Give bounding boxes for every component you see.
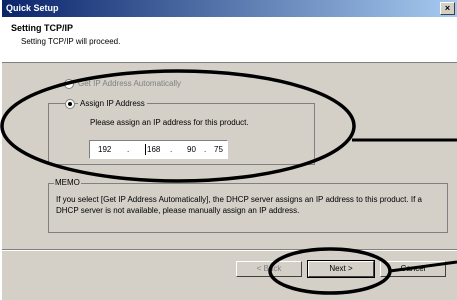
wizard-header: Setting TCP/IP Setting TCP/IP will proce… xyxy=(2,17,457,63)
radio-label-assign-ip[interactable]: Assign IP Address xyxy=(78,99,147,108)
quick-setup-window: Quick Setup × Setting TCP/IP Setting TCP… xyxy=(2,0,457,300)
ip-octet-4[interactable]: 75 xyxy=(214,145,223,154)
ip-octet-3[interactable]: 90 xyxy=(187,145,196,154)
ip-dot-3: . xyxy=(204,145,207,154)
memo-text: If you select [Get IP Address Automatica… xyxy=(56,195,422,215)
ip-octet-1[interactable]: 192 xyxy=(98,145,111,154)
radio-label-get-ip-automatically[interactable]: Get IP Address Automatically xyxy=(78,79,181,88)
page-subtitle: Setting TCP/IP will proceed. xyxy=(21,37,121,46)
radio-get-ip-automatically[interactable] xyxy=(64,79,74,89)
memo-label: MEMO xyxy=(54,178,81,187)
cancel-button[interactable]: Cancel xyxy=(380,261,446,277)
ip-octet-2[interactable]: 168 xyxy=(147,145,160,154)
window-title: Quick Setup xyxy=(6,3,59,13)
ip-address-input[interactable]: 192 . 168 . 90 . 75 xyxy=(89,140,228,159)
ip-dot-1: . xyxy=(127,145,130,154)
text-caret xyxy=(145,144,146,155)
page-title: Setting TCP/IP xyxy=(11,23,74,33)
radio-assign-ip[interactable] xyxy=(65,99,75,109)
footer-divider xyxy=(2,249,457,251)
close-icon[interactable]: × xyxy=(440,2,455,15)
back-button[interactable]: < Back xyxy=(236,261,302,277)
ip-dot-2: . xyxy=(170,145,173,154)
assign-ip-hint: Please assign an IP address for this pro… xyxy=(90,118,249,127)
title-bar[interactable]: Quick Setup × xyxy=(2,0,457,17)
next-button[interactable]: Next > xyxy=(307,260,375,278)
